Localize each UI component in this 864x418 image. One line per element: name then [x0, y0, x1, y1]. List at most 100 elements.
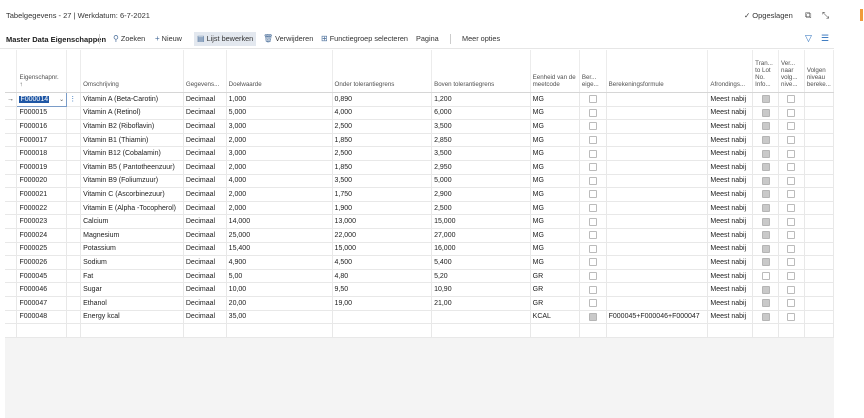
- transfer-lot-checkbox-cell[interactable]: [752, 255, 780, 270]
- checkbox[interactable]: [588, 204, 597, 213]
- code-cell[interactable]: F000048: [16, 310, 68, 325]
- following-level-cell[interactable]: [804, 269, 835, 284]
- upper-tolerance-cell[interactable]: 2,950: [431, 160, 531, 175]
- lower-tolerance-cell[interactable]: 19,00: [332, 296, 433, 311]
- target-value-cell[interactable]: 2,000: [226, 201, 333, 216]
- empty-cell[interactable]: [606, 323, 709, 338]
- data-type-cell[interactable]: Decimaal: [183, 146, 227, 161]
- checkbox[interactable]: [588, 272, 597, 281]
- checkbox[interactable]: [761, 258, 770, 267]
- upper-tolerance-cell[interactable]: 2,500: [431, 201, 531, 216]
- following-level-cell[interactable]: [804, 255, 835, 270]
- row-selector[interactable]: [5, 133, 18, 148]
- lower-tolerance-cell[interactable]: 15,000: [332, 242, 433, 257]
- following-level-cell[interactable]: [804, 92, 835, 107]
- transfer-lot-checkbox-cell[interactable]: [752, 214, 780, 229]
- empty-cell[interactable]: [226, 323, 333, 338]
- description-cell[interactable]: Sodium: [80, 255, 184, 270]
- checkbox[interactable]: [787, 299, 796, 308]
- formula-cell[interactable]: [606, 269, 709, 284]
- transfer-lot-checkbox-cell[interactable]: [752, 228, 780, 243]
- formula-cell[interactable]: [606, 187, 709, 202]
- row-menu-cell[interactable]: [66, 201, 82, 216]
- calculated-checkbox-cell[interactable]: [579, 160, 607, 175]
- checkbox[interactable]: [761, 244, 770, 253]
- calculated-checkbox-cell[interactable]: [579, 255, 607, 270]
- rounding-cell[interactable]: Meest nabij: [707, 174, 754, 189]
- checkbox[interactable]: [787, 176, 796, 185]
- table-row[interactable]: F000020 Vitamin B9 (Foliumzuur) Decimaal 4,…: [5, 174, 835, 189]
- description-cell[interactable]: Fat: [80, 269, 184, 284]
- target-value-cell[interactable]: 2,000: [226, 160, 333, 175]
- row-selector[interactable]: [5, 174, 18, 189]
- checkbox[interactable]: [588, 312, 597, 321]
- column-header-following-level[interactable]: Volgen niveau bereke...: [804, 50, 835, 93]
- row-menu-cell[interactable]: [66, 255, 82, 270]
- row-menu-cell[interactable]: [66, 296, 82, 311]
- formula-cell[interactable]: [606, 133, 709, 148]
- data-type-cell[interactable]: Decimaal: [183, 255, 227, 270]
- rounding-cell[interactable]: Meest nabij: [707, 201, 754, 216]
- rounding-cell[interactable]: Meest nabij: [707, 119, 754, 134]
- checkbox[interactable]: [761, 217, 770, 226]
- row-selector[interactable]: [5, 201, 18, 216]
- collapse-icon[interactable]: ⤡: [822, 10, 829, 21]
- code-cell[interactable]: F000014 ⌄: [16, 92, 68, 107]
- row-selector[interactable]: [5, 119, 18, 134]
- unit-cell[interactable]: GR: [530, 296, 580, 311]
- checkbox[interactable]: [761, 122, 770, 131]
- delete-button[interactable]: 🗑 Verwijderen: [260, 32, 316, 46]
- description-cell[interactable]: Sugar: [80, 282, 184, 297]
- row-selector[interactable]: [5, 296, 18, 311]
- empty-cell[interactable]: [332, 323, 433, 338]
- empty-cell[interactable]: [778, 323, 805, 338]
- upper-tolerance-cell[interactable]: 21,00: [431, 296, 531, 311]
- following-level-cell[interactable]: [804, 174, 835, 189]
- next-level-checkbox-cell[interactable]: [778, 214, 805, 229]
- data-type-cell[interactable]: Decimaal: [183, 133, 227, 148]
- transfer-lot-checkbox-cell[interactable]: [752, 310, 780, 325]
- search-button[interactable]: ⚲ Zoeken: [110, 32, 148, 46]
- checkbox[interactable]: [588, 149, 597, 158]
- following-level-cell[interactable]: [804, 310, 835, 325]
- empty-cell[interactable]: [183, 323, 227, 338]
- next-level-checkbox-cell[interactable]: [778, 133, 805, 148]
- transfer-lot-checkbox-cell[interactable]: [752, 146, 780, 161]
- row-selector[interactable]: →: [5, 92, 18, 107]
- target-value-cell[interactable]: 2,000: [226, 187, 333, 202]
- next-level-checkbox-cell[interactable]: [778, 269, 805, 284]
- code-cell[interactable]: F000022: [16, 201, 68, 216]
- target-value-cell[interactable]: 5,000: [226, 106, 333, 121]
- checkbox[interactable]: [787, 163, 796, 172]
- following-level-cell[interactable]: [804, 146, 835, 161]
- lower-tolerance-cell[interactable]: [332, 310, 433, 325]
- calculated-checkbox-cell[interactable]: [579, 119, 607, 134]
- code-cell[interactable]: F000020: [16, 174, 68, 189]
- lower-tolerance-cell[interactable]: 9,50: [332, 282, 433, 297]
- column-header-transfer-lot[interactable]: Tran... to Lot No. Info...: [752, 50, 780, 93]
- data-type-cell[interactable]: Decimaal: [183, 187, 227, 202]
- checkbox[interactable]: [787, 149, 796, 158]
- checkbox[interactable]: [761, 231, 770, 240]
- upper-tolerance-cell[interactable]: 5,000: [431, 174, 531, 189]
- row-menu-cell[interactable]: [66, 269, 82, 284]
- lower-tolerance-cell[interactable]: 4,500: [332, 255, 433, 270]
- formula-cell[interactable]: [606, 119, 709, 134]
- table-row[interactable]: F000048 Energy kcal Decimaal 35,00 KCAL F0000…: [5, 310, 835, 325]
- upper-tolerance-cell[interactable]: 2,900: [431, 187, 531, 202]
- lower-tolerance-cell[interactable]: 1,900: [332, 201, 433, 216]
- checkbox[interactable]: [761, 163, 770, 172]
- rounding-cell[interactable]: Meest nabij: [707, 255, 754, 270]
- row-selector[interactable]: [5, 160, 18, 175]
- upper-tolerance-cell[interactable]: 2,850: [431, 133, 531, 148]
- target-value-cell[interactable]: 20,00: [226, 296, 333, 311]
- row-menu-cell[interactable]: [66, 174, 82, 189]
- checkbox[interactable]: [787, 122, 796, 131]
- table-row[interactable]: F000016 Vitamin B2 (Riboflavin) Decimaal 3,…: [5, 119, 835, 134]
- following-level-cell[interactable]: [804, 201, 835, 216]
- description-cell[interactable]: Vitamin E (Alpha -Tocopherol): [80, 201, 184, 216]
- calculated-checkbox-cell[interactable]: [579, 242, 607, 257]
- checkbox[interactable]: [787, 312, 796, 321]
- calculated-checkbox-cell[interactable]: [579, 296, 607, 311]
- row-selector[interactable]: [5, 310, 18, 325]
